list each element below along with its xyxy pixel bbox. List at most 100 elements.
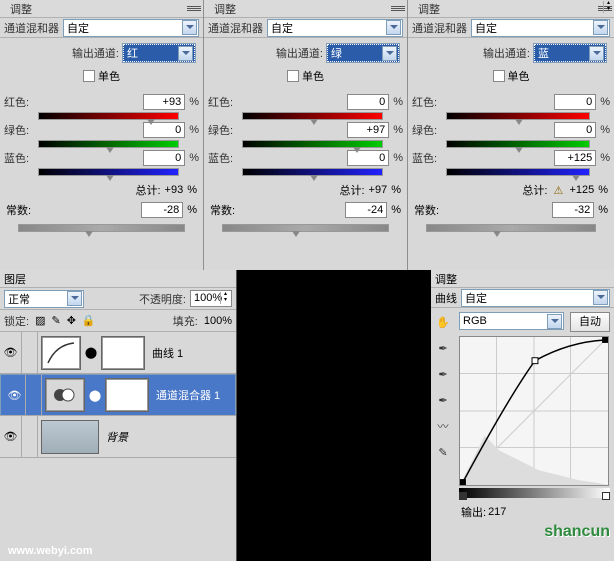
constant-slider[interactable] — [18, 224, 185, 232]
red-slider[interactable] — [446, 112, 590, 120]
tab-layers[interactable]: 图层 — [4, 271, 26, 287]
panel-menu-icon[interactable] — [391, 3, 405, 15]
constant-slider[interactable] — [426, 224, 596, 232]
total-value: +93 — [165, 184, 184, 196]
curves-panel: 调整 曲线自定 ✋ ✒ ✒ ✒ 〰 ✎ RGB 自动 — [431, 270, 614, 561]
green-slider[interactable] — [242, 140, 383, 148]
total-label: 总计: — [135, 182, 160, 198]
red-label: 红色: — [208, 94, 238, 110]
chevron-down-icon — [382, 46, 397, 61]
visibility-icon[interactable]: 👁 — [4, 375, 26, 415]
red-slider[interactable] — [38, 112, 179, 120]
monochrome-checkbox[interactable] — [493, 70, 505, 82]
channel-select[interactable]: RGB — [459, 312, 564, 330]
percent-label: % — [598, 184, 608, 196]
constant-label: 常数: — [414, 202, 444, 218]
preset-select[interactable]: 自定 — [461, 289, 610, 307]
fill-input[interactable]: 100%▴▾ — [204, 315, 232, 327]
tab-adjustments[interactable]: 调整 — [208, 0, 242, 18]
monochrome-label: 单色 — [302, 68, 324, 84]
layers-panel: 图层 正常 不透明度: 100%▴▾ 锁定: ▨ ✎ ✥ 🔒 填充: 100%▴… — [0, 270, 237, 561]
pencil-icon[interactable]: ✎ — [435, 444, 451, 460]
lock-move-icon[interactable]: ✥ — [67, 314, 76, 327]
green-value-input[interactable]: 0 — [554, 122, 596, 138]
channel-mixer-panel-green: 调整 通道混和器自定 输出通道:绿 单色 红色:0% 绿色:+97% 蓝色:0%… — [204, 0, 408, 270]
curve-graph[interactable] — [459, 336, 609, 486]
output-channel-select[interactable]: 红 — [123, 44, 195, 62]
auto-button[interactable]: 自动 — [570, 312, 610, 332]
blue-label: 蓝色: — [208, 150, 238, 166]
channel-mixer-panel-blue: 调整 通道混和器自定 输出通道:蓝 单色 红色:0% 绿色:0% 蓝色:+125… — [408, 0, 614, 270]
green-label: 绿色: — [412, 122, 442, 138]
link-icon[interactable]: ⬤ — [88, 389, 102, 402]
constant-input[interactable]: -32 — [552, 202, 594, 218]
output-label: 输出通道: — [483, 45, 530, 61]
panel-menu-icon[interactable] — [187, 3, 201, 15]
preset-select[interactable]: 自定 — [471, 19, 610, 37]
blue-label: 蓝色: — [412, 150, 442, 166]
constant-input[interactable]: -24 — [345, 202, 387, 218]
preset-select[interactable]: 自定 — [63, 19, 199, 37]
blue-value-input[interactable]: +125 — [554, 150, 596, 166]
tab-adjustments[interactable]: 调整 — [412, 0, 446, 18]
layer-row-background[interactable]: 👁 背景 — [0, 416, 236, 458]
total-row: 总计: +93 % — [0, 176, 203, 200]
total-label: 总计: — [339, 182, 364, 198]
monochrome-checkbox[interactable] — [287, 70, 299, 82]
percent-label: % — [600, 124, 610, 136]
opacity-input[interactable]: 100%▴▾ — [190, 290, 232, 307]
layer-name[interactable]: 曲线 1 — [152, 345, 183, 361]
link-icon[interactable]: ⬤ — [84, 346, 98, 359]
visibility-icon[interactable]: 👁 — [0, 416, 22, 457]
preset-select[interactable]: 自定 — [267, 19, 403, 37]
url-watermark: www.webyi.com — [8, 545, 93, 557]
eyedropper-white-icon[interactable]: ✒ — [435, 392, 451, 408]
eyedropper-black-icon[interactable]: ✒ — [435, 340, 451, 356]
curves-label: 曲线 — [435, 290, 457, 306]
curve-edit-icon[interactable]: 〰 — [435, 418, 451, 434]
input-gradient[interactable] — [459, 488, 610, 498]
output-channel-select[interactable]: 绿 — [327, 44, 399, 62]
lock-brush-icon[interactable]: ✎ — [51, 314, 60, 327]
blue-slider[interactable] — [242, 168, 383, 176]
lock-transparency-icon[interactable]: ▨ — [35, 314, 45, 327]
percent-label: % — [598, 204, 608, 216]
blue-slider[interactable] — [38, 168, 179, 176]
constant-input[interactable]: -28 — [141, 202, 183, 218]
percent-label: % — [189, 124, 199, 136]
curves-tools: ✋ ✒ ✒ ✒ 〰 ✎ — [431, 308, 455, 561]
visibility-icon[interactable]: 👁 — [0, 332, 22, 373]
red-slider[interactable] — [242, 112, 383, 120]
blue-value-input[interactable]: 0 — [143, 150, 185, 166]
red-value-input[interactable]: 0 — [554, 94, 596, 110]
percent-label: % — [187, 204, 197, 216]
chevron-down-icon — [589, 46, 604, 61]
monochrome-checkbox[interactable] — [83, 70, 95, 82]
layer-row-channel-mixer[interactable]: 👁 ⬤ 通道混合器 1 — [0, 374, 236, 416]
lock-all-icon[interactable]: 🔒 — [82, 314, 96, 327]
percent-label: % — [600, 152, 610, 164]
channel-mixer-panel-red: 调整 通道混和器 自定 输出通道: 红 单色 红色:+93% 绿色:0% 蓝色:… — [0, 0, 204, 270]
green-slider[interactable] — [38, 140, 179, 148]
panel-header: 调整 — [408, 0, 614, 18]
blend-mode-select[interactable]: 正常 — [4, 290, 84, 308]
percent-label: % — [391, 204, 401, 216]
green-slider[interactable] — [446, 140, 590, 148]
tab-adjustments[interactable]: 调整 — [4, 0, 38, 18]
constant-slider[interactable] — [222, 224, 389, 232]
fill-label: 填充: — [173, 313, 198, 329]
hand-tool-icon[interactable]: ✋ — [435, 314, 451, 330]
red-value-input[interactable]: +93 — [143, 94, 185, 110]
blue-slider[interactable] — [446, 168, 590, 176]
tab-adjustments[interactable]: 调整 — [435, 271, 457, 287]
constant-label: 常数: — [210, 202, 240, 218]
output-channel-select[interactable]: 蓝 — [534, 44, 606, 62]
layer-row-curves[interactable]: 👁 ⬤ 曲线 1 — [0, 332, 236, 374]
panel-header: 图层 — [0, 270, 236, 288]
green-value-input[interactable]: +97 — [347, 122, 389, 138]
eyedropper-gray-icon[interactable]: ✒ — [435, 366, 451, 382]
red-value-input[interactable]: 0 — [347, 94, 389, 110]
layer-name[interactable]: 通道混合器 1 — [156, 387, 220, 403]
layer-name[interactable]: 背景 — [106, 429, 128, 445]
output-value: 217 — [488, 506, 506, 518]
